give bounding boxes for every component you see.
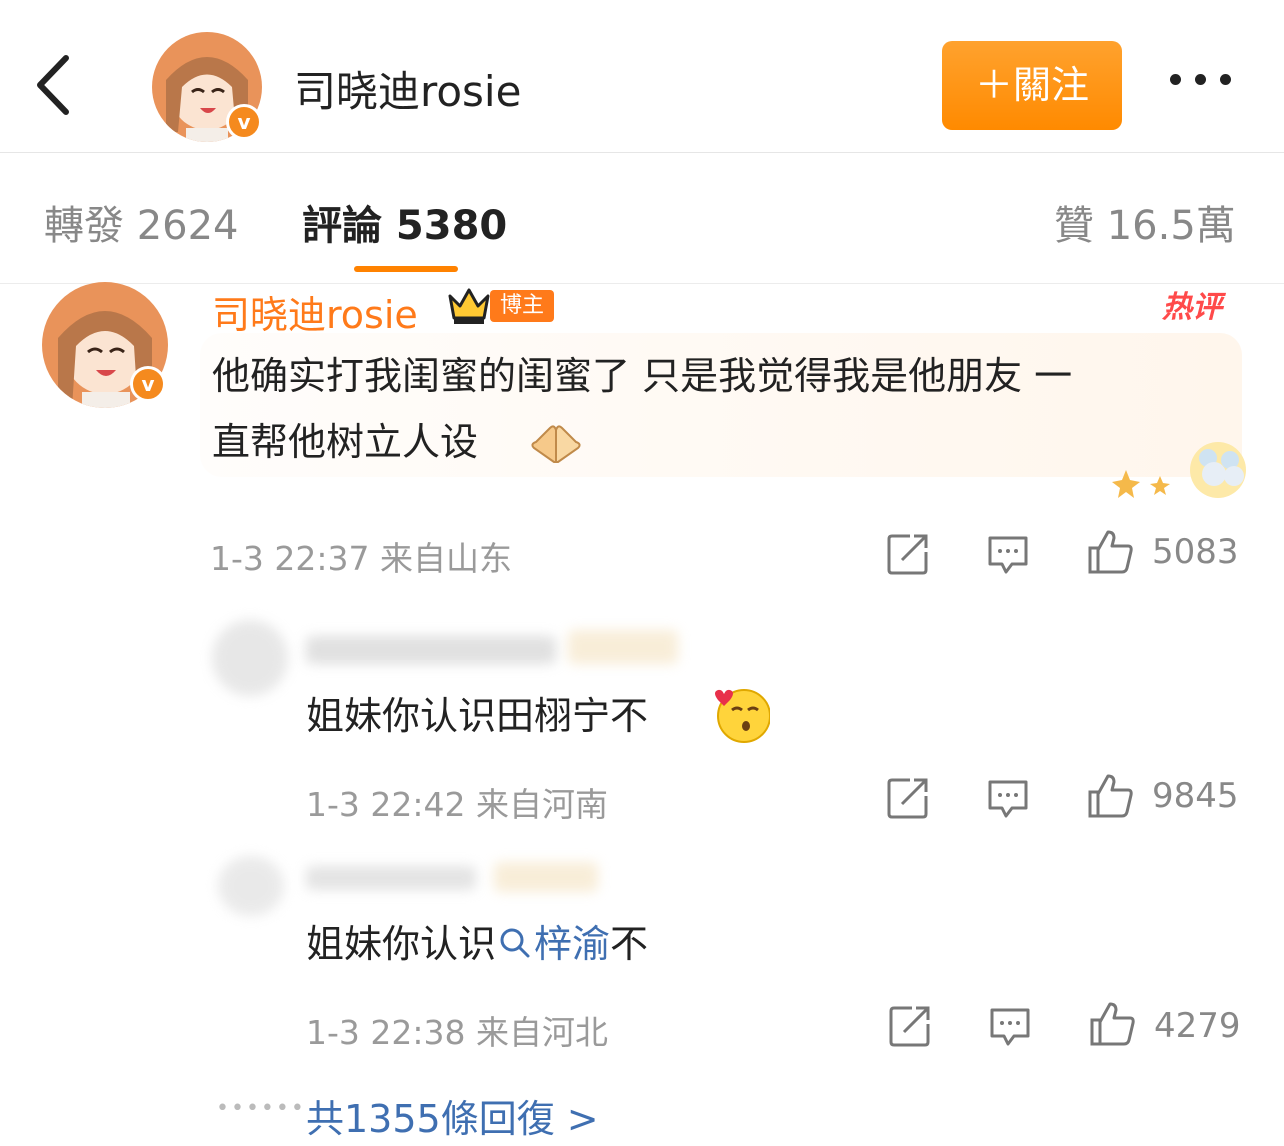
- reply-avatar[interactable]: [212, 620, 288, 696]
- comment-icon[interactable]: [988, 1004, 1032, 1048]
- comment-icon[interactable]: [986, 532, 1030, 576]
- tab-bar: 轉發 2624 評論 5380 贊 16.5萬: [0, 153, 1284, 284]
- top-bar: v 司晓迪rosie ＋關注: [0, 0, 1284, 153]
- comment-text-line: 直帮他树立人设: [212, 420, 479, 464]
- comment-text: 姐妹你认识 梓渝不: [306, 912, 648, 976]
- like-icon[interactable]: [1086, 528, 1134, 576]
- view-all-replies-link[interactable]: 共1355條回復 >: [306, 1088, 599, 1143]
- repost-icon[interactable]: [888, 1004, 932, 1048]
- reply-avatar[interactable]: [218, 856, 284, 916]
- comment-text-line: 他确实打我闺蜜的闺蜜了 只是我觉得我是他朋友 一: [212, 354, 1073, 398]
- hot-comment-tag: 热评: [1162, 290, 1222, 325]
- comment-text-part: 姐妹你认识: [306, 922, 497, 966]
- praying-hands-emoji-icon: [528, 418, 584, 466]
- comment-username[interactable]: 司晓迪rosie: [212, 284, 418, 339]
- reply-user-badge: [568, 630, 678, 664]
- search-icon: [500, 928, 530, 958]
- active-tab-indicator: [354, 266, 458, 272]
- author-badge: 博主: [490, 290, 554, 322]
- comment-text: 姐妹你认识田栩宁不: [306, 694, 649, 738]
- follow-button[interactable]: ＋關注: [942, 41, 1122, 130]
- like-count: 4279: [1154, 1006, 1241, 1046]
- like-count: 9845: [1152, 776, 1239, 816]
- comment-meta: 1-3 22:38 来自河北: [306, 1013, 608, 1052]
- reply-user-badge: [494, 862, 598, 892]
- reply-username[interactable]: [306, 636, 556, 664]
- comment-icon[interactable]: [986, 776, 1030, 820]
- comment-meta: 1-3 22:42 来自河南: [306, 785, 608, 824]
- page-title: 司晓迪rosie: [294, 67, 522, 116]
- topic-label: 梓渝: [534, 922, 611, 966]
- repost-icon[interactable]: [886, 776, 930, 820]
- comment-meta: 1-3 22:37 来自山东: [210, 539, 512, 578]
- crown-icon: [446, 286, 492, 326]
- repost-icon[interactable]: [886, 532, 930, 576]
- reply-username[interactable]: [306, 866, 476, 890]
- verified-badge-icon: v: [226, 104, 262, 140]
- tab-comments[interactable]: 評論 5380: [302, 193, 507, 251]
- tab-likes[interactable]: 贊 16.5萬: [1054, 193, 1236, 251]
- comment-text-part: 不: [610, 922, 649, 966]
- avatar[interactable]: v: [152, 32, 262, 142]
- verified-badge-icon: v: [130, 366, 166, 402]
- blush-kiss-emoji-icon: [708, 686, 771, 744]
- like-icon[interactable]: [1086, 772, 1134, 820]
- thread-dots-icon: ••••••: [216, 1096, 306, 1121]
- like-count: 5083: [1152, 532, 1239, 572]
- comment-avatar[interactable]: v: [42, 282, 168, 408]
- back-arrow-icon[interactable]: [30, 50, 80, 120]
- like-icon[interactable]: [1088, 1000, 1136, 1048]
- tab-reposts[interactable]: 轉發 2624: [44, 193, 239, 251]
- topic-link[interactable]: 梓渝: [496, 922, 610, 966]
- sticker-decoration-icon: [1108, 430, 1258, 502]
- more-icon[interactable]: [1170, 70, 1250, 100]
